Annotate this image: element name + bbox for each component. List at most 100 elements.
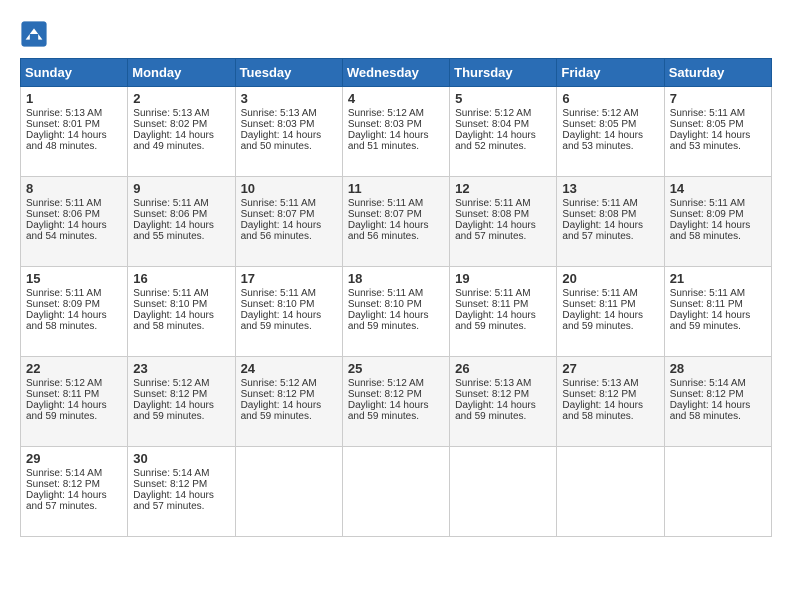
- day-number: 18: [348, 271, 444, 286]
- day-number: 2: [133, 91, 229, 106]
- calendar-day-5: 5Sunrise: 5:12 AMSunset: 8:04 PMDaylight…: [450, 87, 557, 177]
- daylight-label: Daylight: 14 hours and 53 minutes.: [562, 130, 643, 152]
- daylight-label: Daylight: 14 hours and 58 minutes.: [26, 310, 107, 332]
- daylight-label: Daylight: 14 hours and 57 minutes.: [562, 220, 643, 242]
- daylight-label: Daylight: 14 hours and 59 minutes.: [241, 310, 322, 332]
- sunset-label: Sunset: 8:10 PM: [241, 299, 315, 310]
- day-number: 8: [26, 181, 122, 196]
- day-number: 3: [241, 91, 337, 106]
- calendar-day-16: 16Sunrise: 5:11 AMSunset: 8:10 PMDayligh…: [128, 267, 235, 357]
- sunrise-label: Sunrise: 5:13 AM: [26, 108, 102, 119]
- daylight-label: Daylight: 14 hours and 59 minutes.: [562, 310, 643, 332]
- calendar-day-20: 20 Sunrise: 5:11 AMSunset: 8:11 PMDayligh…: [557, 267, 664, 357]
- calendar-week-1: 1Sunrise: 5:13 AMSunset: 8:01 PMDaylight…: [21, 87, 772, 177]
- daylight-label: Daylight: 14 hours and 51 minutes.: [348, 130, 429, 152]
- sunset-label: Sunset: 8:12 PM: [241, 389, 315, 400]
- sunrise-label: Sunrise: 5:11 AM: [562, 198, 637, 209]
- daylight-label: Daylight: 14 hours and 49 minutes.: [133, 130, 214, 152]
- daylight-label: Daylight: 14 hours and 58 minutes.: [670, 400, 751, 422]
- header-day-sunday: Sunday: [21, 59, 128, 87]
- daylight-label: Daylight: 14 hours and 59 minutes.: [241, 400, 322, 422]
- sunset-label: Sunset: 8:12 PM: [133, 389, 207, 400]
- calendar-day-2: 2Sunrise: 5:13 AMSunset: 8:02 PMDaylight…: [128, 87, 235, 177]
- sunrise-label: Sunrise: 5:14 AM: [26, 468, 102, 479]
- day-number: 7: [670, 91, 766, 106]
- sunset-label: Sunset: 8:02 PM: [133, 119, 207, 130]
- day-number: 6: [562, 91, 658, 106]
- calendar-day-1: 1 Sunrise: 5:13 AMSunset: 8:01 PMDaylight…: [21, 87, 128, 177]
- day-number: 12: [455, 181, 551, 196]
- day-number: 1: [26, 91, 122, 106]
- day-number: 20: [562, 271, 658, 286]
- sunset-label: Sunset: 8:12 PM: [26, 479, 100, 490]
- calendar-day-12: 12Sunrise: 5:11 AMSunset: 8:08 PMDayligh…: [450, 177, 557, 267]
- calendar-day-24: 24 Sunrise: 5:12 AMSunset: 8:12 PMDayligh…: [235, 357, 342, 447]
- day-number: 26: [455, 361, 551, 376]
- calendar-day-18: 18Sunrise: 5:11 AMSunset: 8:10 PMDayligh…: [342, 267, 449, 357]
- daylight-label: Daylight: 14 hours and 59 minutes.: [26, 400, 107, 422]
- sunrise-label: Sunrise: 5:11 AM: [670, 288, 745, 299]
- day-number: 17: [241, 271, 337, 286]
- daylight-label: Daylight: 14 hours and 55 minutes.: [133, 220, 214, 242]
- day-number: 25: [348, 361, 444, 376]
- sunset-label: Sunset: 8:09 PM: [670, 209, 744, 220]
- sunset-label: Sunset: 8:11 PM: [562, 299, 635, 310]
- calendar-day-29: 29Sunrise: 5:14 AMSunset: 8:12 PMDayligh…: [21, 447, 128, 537]
- calendar-day-15: 15Sunrise: 5:11 AMSunset: 8:09 PMDayligh…: [21, 267, 128, 357]
- daylight-label: Daylight: 14 hours and 54 minutes.: [26, 220, 107, 242]
- calendar-week-5: 29Sunrise: 5:14 AMSunset: 8:12 PMDayligh…: [21, 447, 772, 537]
- sunrise-label: Sunrise: 5:12 AM: [348, 378, 424, 389]
- daylight-label: Daylight: 14 hours and 59 minutes.: [670, 310, 751, 332]
- calendar-day-23: 23Sunrise: 5:12 AMSunset: 8:12 PMDayligh…: [128, 357, 235, 447]
- empty-cell: [450, 447, 557, 537]
- day-number: 16: [133, 271, 229, 286]
- calendar-day-10: 10Sunrise: 5:11 AMSunset: 8:07 PMDayligh…: [235, 177, 342, 267]
- calendar-day-26: 26Sunrise: 5:13 AMSunset: 8:12 PMDayligh…: [450, 357, 557, 447]
- sunrise-label: Sunrise: 5:11 AM: [455, 288, 530, 299]
- daylight-label: Daylight: 14 hours and 48 minutes.: [26, 130, 107, 152]
- day-number: 28: [670, 361, 766, 376]
- sunset-label: Sunset: 8:10 PM: [133, 299, 207, 310]
- daylight-label: Daylight: 14 hours and 56 minutes.: [241, 220, 322, 242]
- sunrise-label: Sunrise: 5:11 AM: [562, 288, 637, 299]
- daylight-label: Daylight: 14 hours and 57 minutes.: [455, 220, 536, 242]
- sunset-label: Sunset: 8:12 PM: [455, 389, 529, 400]
- sunset-label: Sunset: 8:01 PM: [26, 119, 100, 130]
- calendar-day-30: 30 Sunrise: 5:14 AMSunset: 8:12 PMDayligh…: [128, 447, 235, 537]
- calendar-week-2: 8Sunrise: 5:11 AMSunset: 8:06 PMDaylight…: [21, 177, 772, 267]
- sunrise-label: Sunrise: 5:12 AM: [26, 378, 102, 389]
- empty-cell: [664, 447, 771, 537]
- daylight-label: Daylight: 14 hours and 59 minutes.: [348, 310, 429, 332]
- day-number: 29: [26, 451, 122, 466]
- daylight-label: Daylight: 14 hours and 59 minutes.: [455, 310, 536, 332]
- day-number: 24: [241, 361, 337, 376]
- calendar-week-3: 15Sunrise: 5:11 AMSunset: 8:09 PMDayligh…: [21, 267, 772, 357]
- sunrise-label: Sunrise: 5:14 AM: [133, 468, 209, 479]
- sunrise-label: Sunrise: 5:11 AM: [241, 198, 316, 209]
- sunrise-label: Sunrise: 5:11 AM: [348, 198, 423, 209]
- sunrise-label: Sunrise: 5:13 AM: [241, 108, 317, 119]
- day-number: 9: [133, 181, 229, 196]
- sunrise-label: Sunrise: 5:11 AM: [26, 288, 101, 299]
- day-number: 27: [562, 361, 658, 376]
- sunset-label: Sunset: 8:11 PM: [455, 299, 528, 310]
- calendar-body: 1Sunrise: 5:13 AMSunset: 8:01 PMDaylight…: [21, 87, 772, 537]
- calendar-day-8: 8Sunrise: 5:11 AMSunset: 8:06 PMDaylight…: [21, 177, 128, 267]
- day-number: 22: [26, 361, 122, 376]
- sunset-label: Sunset: 8:10 PM: [348, 299, 422, 310]
- header: [20, 20, 772, 48]
- logo: [20, 20, 52, 48]
- daylight-label: Daylight: 14 hours and 53 minutes.: [670, 130, 751, 152]
- sunset-label: Sunset: 8:07 PM: [348, 209, 422, 220]
- sunrise-label: Sunrise: 5:12 AM: [241, 378, 317, 389]
- daylight-label: Daylight: 14 hours and 57 minutes.: [133, 490, 214, 512]
- calendar-day-14: 14Sunrise: 5:11 AMSunset: 8:09 PMDayligh…: [664, 177, 771, 267]
- day-number: 23: [133, 361, 229, 376]
- calendar-day-13: 13Sunrise: 5:11 AMSunset: 8:08 PMDayligh…: [557, 177, 664, 267]
- sunrise-label: Sunrise: 5:11 AM: [26, 198, 101, 209]
- sunset-label: Sunset: 8:11 PM: [670, 299, 743, 310]
- sunset-label: Sunset: 8:12 PM: [133, 479, 207, 490]
- day-number: 30: [133, 451, 229, 466]
- calendar-day-19: 19Sunrise: 5:11 AMSunset: 8:11 PMDayligh…: [450, 267, 557, 357]
- daylight-label: Daylight: 14 hours and 58 minutes.: [133, 310, 214, 332]
